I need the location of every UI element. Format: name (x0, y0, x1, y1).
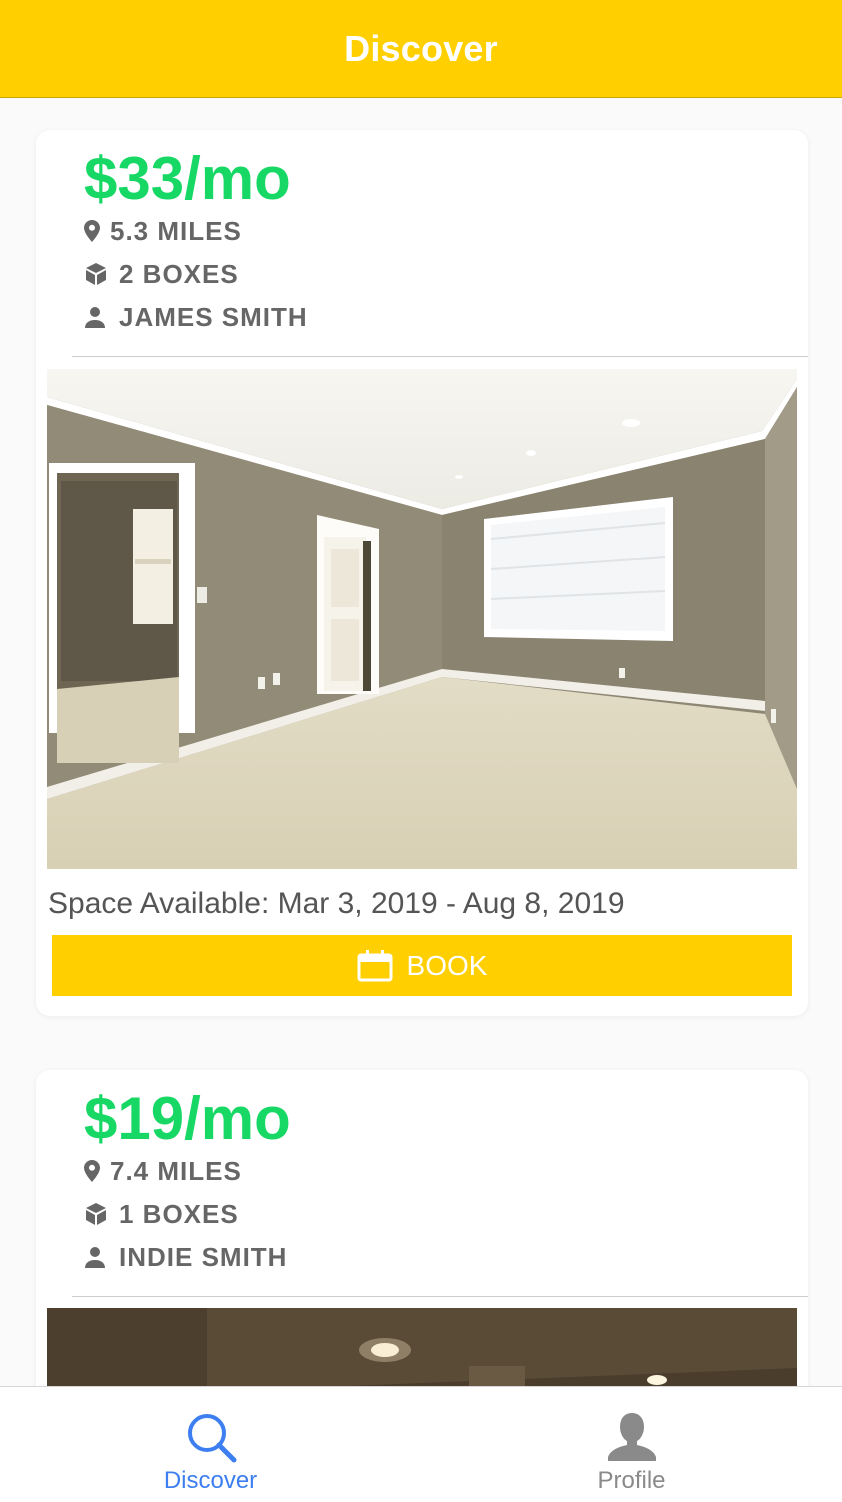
listing-owner: INDIE SMITH (119, 1241, 288, 1272)
listing-feed[interactable]: $33/mo 5.3 MILES 2 BOXES JAMES SMITH Spa… (0, 98, 842, 1386)
location-pin-icon (84, 1156, 110, 1186)
top-bar: Discover (0, 0, 842, 98)
book-button-label: BOOK (406, 949, 488, 981)
listing-boxes: 1 BOXES (119, 1198, 239, 1229)
location-pin-icon (84, 216, 110, 246)
card-divider (72, 1296, 808, 1297)
listing-card[interactable]: $19/mo 7.4 MILES 1 BOXES INDIE SMITH (36, 1070, 808, 1386)
tab-discover[interactable]: Discover (0, 1387, 421, 1502)
tab-profile[interactable]: Profile (421, 1387, 842, 1502)
listing-owner-row: INDIE SMITH (84, 1242, 287, 1272)
listing-boxes-row: 2 BOXES (84, 259, 239, 289)
box-icon (84, 1199, 119, 1229)
app-screen: Discover $33/mo 5.3 MILES 2 BOXES JAMES … (0, 0, 842, 1502)
bottom-tab-bar: Discover Profile (0, 1386, 842, 1502)
person-icon (604, 1409, 660, 1465)
calendar-icon (357, 949, 393, 982)
user-icon (84, 1242, 119, 1272)
listing-owner-row: JAMES SMITH (84, 302, 308, 332)
listing-price: $33/mo (84, 145, 291, 212)
listing-price: $19/mo (84, 1085, 291, 1152)
page-title: Discover (344, 27, 498, 69)
listing-card[interactable]: $33/mo 5.3 MILES 2 BOXES JAMES SMITH Spa… (36, 130, 808, 1016)
listing-owner: JAMES SMITH (119, 301, 308, 332)
listing-boxes-row: 1 BOXES (84, 1199, 239, 1229)
listing-photo[interactable] (47, 369, 797, 869)
listing-distance: 7.4 MILES (110, 1155, 242, 1186)
listing-photo[interactable] (47, 1308, 797, 1386)
tab-discover-label: Discover (163, 1467, 258, 1494)
tab-profile-label: Profile (597, 1467, 666, 1494)
availability-dates: Space Available: Mar 3, 2019 - Aug 8, 20… (48, 887, 625, 920)
user-icon (84, 302, 119, 332)
card-divider (72, 356, 808, 357)
book-button[interactable]: BOOK (52, 935, 792, 996)
search-icon (183, 1409, 239, 1465)
box-icon (84, 259, 119, 289)
listing-boxes: 2 BOXES (119, 258, 239, 289)
listing-distance: 5.3 MILES (110, 215, 242, 246)
listing-distance-row: 5.3 MILES (84, 216, 242, 246)
listing-distance-row: 7.4 MILES (84, 1156, 242, 1186)
